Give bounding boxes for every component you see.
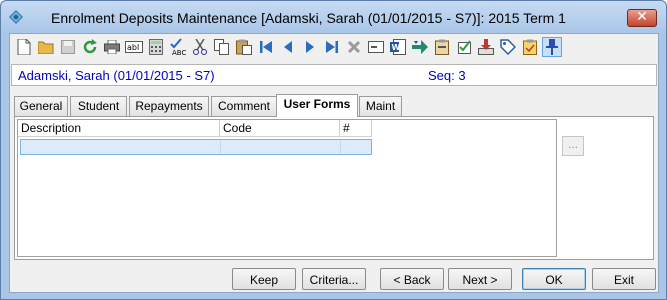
tab-maint[interactable]: Maint xyxy=(359,96,402,116)
check-icon[interactable] xyxy=(454,37,474,57)
svg-text:ABC: ABC xyxy=(172,49,186,56)
button-bar: Keep Criteria... < Back Next > OK Exit xyxy=(10,266,658,292)
keep-button[interactable]: Keep xyxy=(232,268,296,290)
svg-text:W: W xyxy=(392,43,401,52)
print-icon[interactable] xyxy=(102,37,122,57)
cell-number[interactable] xyxy=(341,140,371,154)
next-record-icon[interactable] xyxy=(300,37,320,57)
column-header-description[interactable]: Description xyxy=(18,120,220,137)
spellcheck-icon[interactable]: ABC xyxy=(168,37,188,57)
column-header-number[interactable]: # xyxy=(340,120,372,137)
tab-user-forms[interactable]: User Forms xyxy=(276,94,358,117)
delete-icon[interactable] xyxy=(344,37,364,57)
refresh-icon[interactable] xyxy=(80,37,100,57)
toolbar: abl ABC W xyxy=(10,34,658,62)
pin-icon[interactable] xyxy=(542,37,562,57)
previous-record-icon[interactable] xyxy=(278,37,298,57)
user-forms-panel: Description Code # xyxy=(14,116,654,260)
task-icon[interactable] xyxy=(520,37,540,57)
student-name: Adamski, Sarah (01/01/2015 - S7) xyxy=(18,68,215,83)
tab-general[interactable]: General xyxy=(14,96,68,116)
filter-icon[interactable] xyxy=(410,37,430,57)
student-info-bar: Adamski, Sarah (01/01/2015 - S7) Seq: 3 xyxy=(11,64,657,86)
cell-code[interactable] xyxy=(221,140,341,154)
download-icon[interactable] xyxy=(476,37,496,57)
ellipsis-button[interactable]: ... xyxy=(562,136,584,156)
exit-button[interactable]: Exit xyxy=(592,268,656,290)
client-area: abl ABC W Adamski, Sarah (01/01/2015 - S… xyxy=(9,33,659,293)
tab-student[interactable]: Student xyxy=(70,96,127,116)
calculator-icon[interactable] xyxy=(146,37,166,57)
word-icon[interactable]: W xyxy=(388,37,408,57)
window-title: Enrolment Deposits Maintenance [Adamski,… xyxy=(51,10,566,26)
title-bar[interactable]: Enrolment Deposits Maintenance [Adamski,… xyxy=(1,1,666,33)
copy-icon[interactable] xyxy=(212,37,232,57)
close-button[interactable]: ✕ xyxy=(627,9,657,27)
open-icon[interactable] xyxy=(36,37,56,57)
application-window: Enrolment Deposits Maintenance [Adamski,… xyxy=(0,0,667,300)
table-row[interactable] xyxy=(20,139,372,155)
column-header-code[interactable]: Code xyxy=(220,120,340,137)
next-button[interactable]: Next > xyxy=(448,268,512,290)
svg-text:abl: abl xyxy=(127,43,139,52)
cut-icon[interactable] xyxy=(190,37,210,57)
save-icon[interactable] xyxy=(58,37,78,57)
tab-repayments[interactable]: Repayments xyxy=(129,96,209,116)
tag-icon[interactable] xyxy=(498,37,518,57)
field-icon[interactable]: abl xyxy=(124,37,144,57)
user-forms-grid[interactable]: Description Code # xyxy=(17,119,557,257)
app-icon xyxy=(9,10,23,24)
new-icon[interactable] xyxy=(14,37,34,57)
tab-comment[interactable]: Comment xyxy=(211,96,277,116)
clipboard-icon[interactable] xyxy=(432,37,452,57)
last-record-icon[interactable] xyxy=(322,37,342,57)
cell-description[interactable] xyxy=(21,140,221,154)
email-icon[interactable] xyxy=(366,37,386,57)
first-record-icon[interactable] xyxy=(256,37,276,57)
sequence-number: Seq: 3 xyxy=(428,68,466,83)
criteria-button[interactable]: Criteria... xyxy=(302,268,366,290)
grid-header: Description Code # xyxy=(18,120,372,137)
tab-strip: General Student Repayments Comment User … xyxy=(14,94,654,117)
back-button[interactable]: < Back xyxy=(380,268,444,290)
paste-icon[interactable] xyxy=(234,37,254,57)
ok-button[interactable]: OK xyxy=(522,268,586,290)
